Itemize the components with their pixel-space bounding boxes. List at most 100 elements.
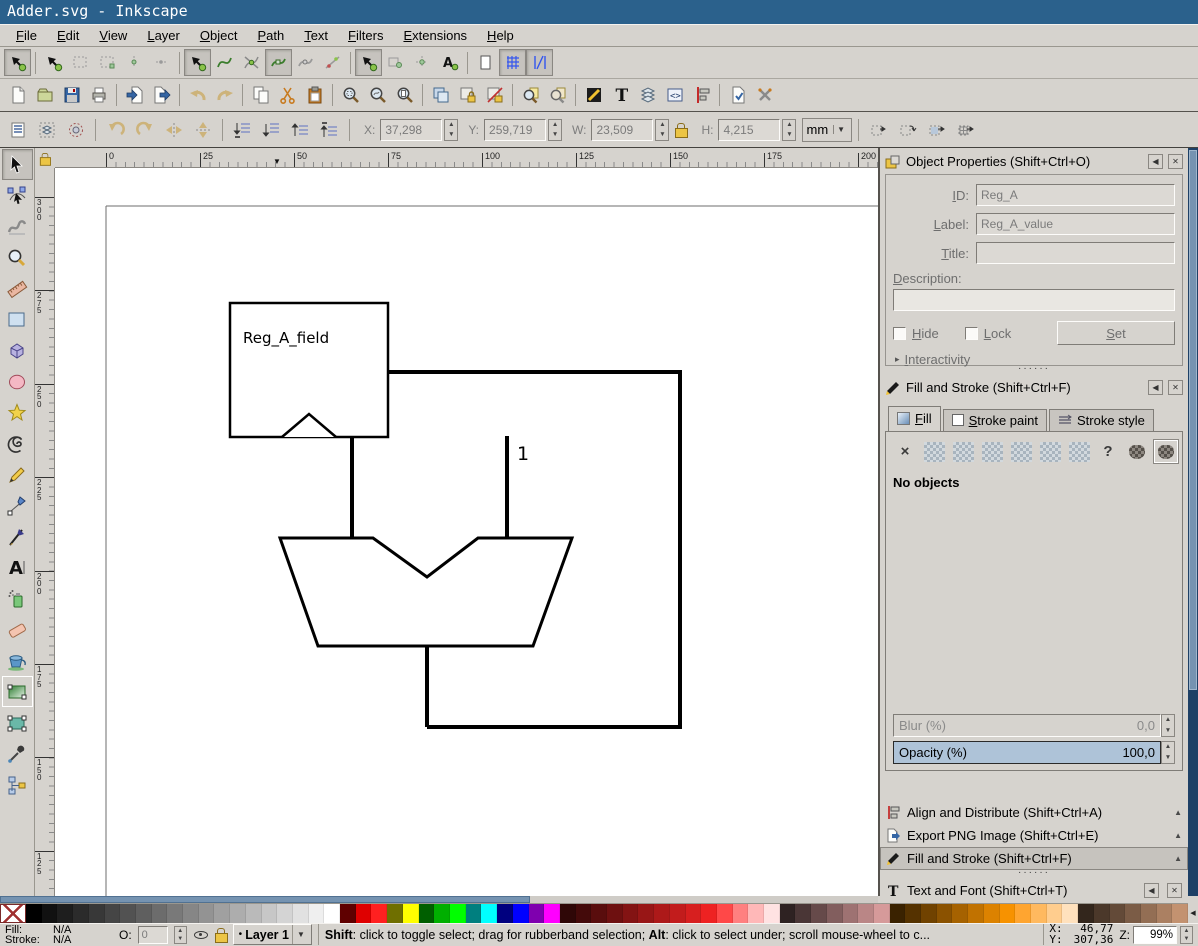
swatch-button[interactable] xyxy=(1038,440,1062,463)
object-properties-header[interactable]: Object Properties (Shift+Ctrl+O) xyxy=(880,149,1188,174)
palette-swatch[interactable] xyxy=(152,904,168,923)
palette-swatch[interactable] xyxy=(717,904,733,923)
collapse-icon[interactable] xyxy=(1174,854,1182,863)
flat-color-button[interactable] xyxy=(922,440,946,463)
dock-item-text-font[interactable]: T Text and Font (Shift+Ctrl+T) xyxy=(880,879,1188,902)
fill-stroke-dialog-icon[interactable] xyxy=(580,82,607,109)
unknown-paint-button[interactable]: ? xyxy=(1096,440,1120,463)
horizontal-ruler[interactable]: ▼0255075100125150175200 xyxy=(55,148,878,168)
opacity-spinner[interactable] xyxy=(1161,741,1175,764)
palette-swatch[interactable] xyxy=(246,904,262,923)
palette-swatch[interactable] xyxy=(921,904,937,923)
dock-handle[interactable]: ······ xyxy=(880,870,1188,879)
select-in-groups-icon[interactable] xyxy=(33,116,60,143)
y-spinner[interactable] xyxy=(548,119,562,141)
title-field[interactable] xyxy=(976,242,1175,264)
duplicate-icon[interactable] xyxy=(427,82,454,109)
affect-patterns-icon[interactable] xyxy=(952,116,979,143)
canvas-hscrollbar-thumb[interactable] xyxy=(0,896,530,903)
selector-tool[interactable] xyxy=(2,149,33,180)
x-field[interactable] xyxy=(380,119,442,141)
unset-paint-button[interactable] xyxy=(1125,440,1149,463)
dock-icon[interactable] xyxy=(1144,883,1159,898)
dock-icon[interactable] xyxy=(1148,380,1163,395)
register-label[interactable]: Reg_A_field xyxy=(243,329,329,348)
palette-swatch[interactable] xyxy=(843,904,859,923)
collapse-icon[interactable] xyxy=(1174,831,1182,840)
copy-icon[interactable] xyxy=(247,82,274,109)
y-field[interactable] xyxy=(484,119,546,141)
layer-lock-icon[interactable] xyxy=(215,927,227,942)
palette-swatch[interactable] xyxy=(1047,904,1063,923)
palette-swatch[interactable] xyxy=(1141,904,1157,923)
save-document-icon[interactable] xyxy=(58,82,85,109)
palette-swatch[interactable] xyxy=(356,904,372,923)
palette-swatch[interactable] xyxy=(952,904,968,923)
ruler-corner[interactable] xyxy=(35,148,55,168)
eraser-tool[interactable] xyxy=(2,614,33,645)
palette-swatch[interactable] xyxy=(481,904,497,923)
palette-swatch[interactable] xyxy=(183,904,199,923)
description-field[interactable] xyxy=(893,289,1175,311)
print-icon[interactable] xyxy=(85,82,112,109)
palette-swatch[interactable] xyxy=(560,904,576,923)
dropper-tool[interactable] xyxy=(2,738,33,769)
opacity-indicator-field[interactable] xyxy=(138,926,168,944)
palette-swatch[interactable] xyxy=(795,904,811,923)
palette-swatch[interactable] xyxy=(466,904,482,923)
palette-swatch[interactable] xyxy=(638,904,654,923)
affect-move-icon[interactable] xyxy=(865,116,892,143)
opacity-indicator-spinner[interactable] xyxy=(174,926,187,944)
spiral-tool[interactable] xyxy=(2,428,33,459)
lock-checkbox[interactable] xyxy=(965,327,978,340)
lower-icon[interactable] xyxy=(258,116,285,143)
calligraphy-tool[interactable] xyxy=(2,521,33,552)
palette-swatch[interactable] xyxy=(42,904,58,923)
snap-bbox-centers-icon[interactable] xyxy=(148,49,175,76)
paint-bucket-tool[interactable] xyxy=(2,645,33,676)
palette-swatch[interactable] xyxy=(686,904,702,923)
constant-label[interactable]: 1 xyxy=(517,443,529,465)
palette-swatch-none[interactable] xyxy=(0,904,26,923)
snap-object-centers-icon[interactable] xyxy=(382,49,409,76)
mesh-gradient-tool[interactable] xyxy=(2,707,33,738)
palette-swatch[interactable] xyxy=(733,904,749,923)
palette-swatch[interactable] xyxy=(340,904,356,923)
spray-tool[interactable] xyxy=(2,583,33,614)
palette-swatch[interactable] xyxy=(905,904,921,923)
palette-swatch[interactable] xyxy=(293,904,309,923)
enable-snapping-icon[interactable] xyxy=(4,49,31,76)
snap-others-icon[interactable] xyxy=(355,49,382,76)
canvas-hscrollbar[interactable] xyxy=(0,896,878,903)
snap-rotation-centers-icon[interactable] xyxy=(409,49,436,76)
palette-swatch[interactable] xyxy=(26,904,42,923)
palette-swatch[interactable] xyxy=(497,904,513,923)
flip-vertical-icon[interactable] xyxy=(189,116,216,143)
palette-swatch[interactable] xyxy=(387,904,403,923)
dock-item-align[interactable]: Align and Distribute (Shift+Ctrl+A) xyxy=(880,801,1188,824)
hide-checkbox[interactable] xyxy=(893,327,906,340)
open-document-icon[interactable] xyxy=(31,82,58,109)
no-paint-button[interactable]: × xyxy=(893,440,917,463)
palette-swatch[interactable] xyxy=(513,904,529,923)
palette-swatch[interactable] xyxy=(230,904,246,923)
affect-gradients-icon[interactable] xyxy=(923,116,950,143)
find-icon[interactable] xyxy=(517,82,544,109)
palette-swatch[interactable] xyxy=(874,904,890,923)
unset-paint-button-2[interactable] xyxy=(1154,440,1178,463)
unlink-clone-icon[interactable] xyxy=(481,82,508,109)
rotate-cw-icon[interactable] xyxy=(131,116,158,143)
dock-handle[interactable]: ······ xyxy=(880,366,1188,375)
palette-swatch[interactable] xyxy=(544,904,560,923)
tab-stroke-style[interactable]: Stroke style xyxy=(1049,409,1154,431)
palette-swatch[interactable] xyxy=(937,904,953,923)
text-dialog-icon[interactable]: T xyxy=(607,82,634,109)
zoom-drawing-icon[interactable] xyxy=(364,82,391,109)
zoom-spinner[interactable] xyxy=(1180,926,1193,944)
palette-swatch[interactable] xyxy=(419,904,435,923)
palette-swatch[interactable] xyxy=(811,904,827,923)
palette-swatch[interactable] xyxy=(1125,904,1141,923)
zoom-selection-icon[interactable] xyxy=(337,82,364,109)
vertical-ruler[interactable]: 300275250225200175150125 xyxy=(35,168,55,896)
snap-path-intersections-icon[interactable] xyxy=(238,49,265,76)
